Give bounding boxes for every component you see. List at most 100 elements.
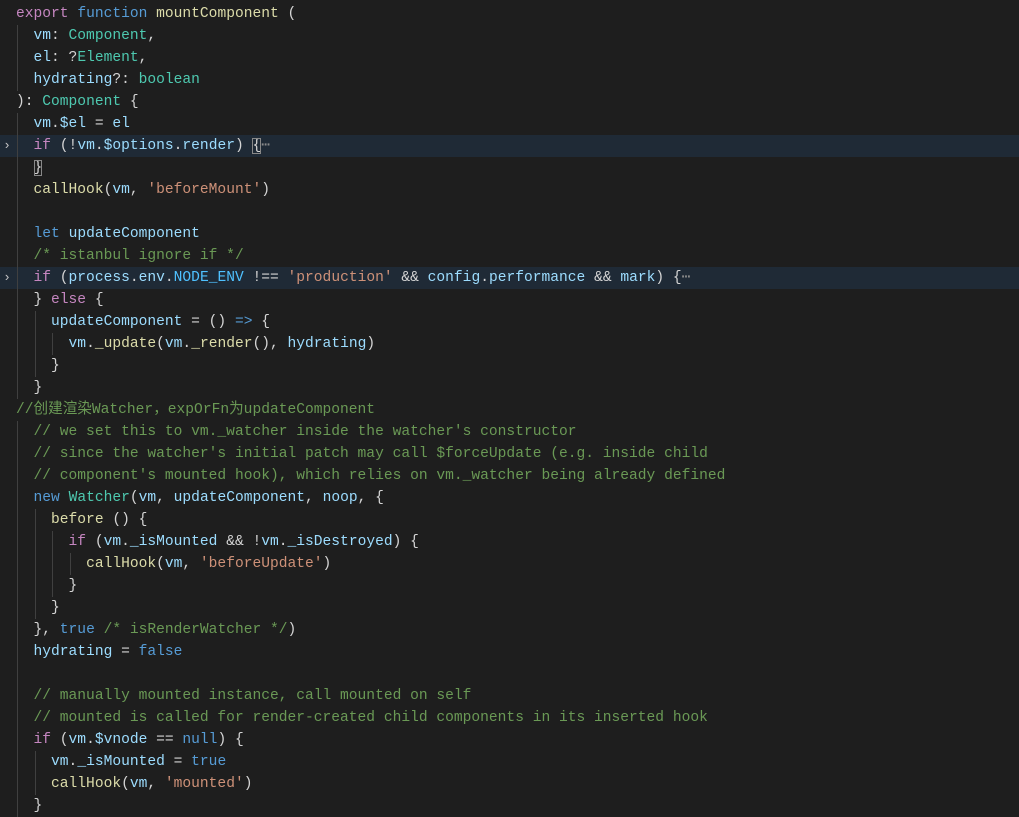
code-line[interactable]: el: ?Element, <box>0 47 1019 69</box>
code-line[interactable]: vm._isMounted = true <box>0 751 1019 773</box>
folded-ellipsis[interactable]: ⋯ <box>682 270 691 286</box>
code-line[interactable] <box>0 201 1019 223</box>
code-token: vm <box>68 732 87 748</box>
indent-guide <box>17 267 18 289</box>
code-token: if <box>33 138 52 154</box>
code-token: hydrating <box>287 336 367 352</box>
indent-guide <box>17 421 18 443</box>
code-token: , <box>138 50 148 66</box>
code-token: callHook <box>33 182 104 198</box>
code-line[interactable]: } <box>0 597 1019 619</box>
code-line[interactable]: ): Component { <box>0 91 1019 113</box>
code-line[interactable]: // we set this to vm._watcher inside the… <box>0 421 1019 443</box>
code-token: { <box>252 314 270 330</box>
code-token: false <box>138 644 183 660</box>
code-token: el <box>33 50 52 66</box>
code-line[interactable] <box>0 663 1019 685</box>
code-token: ?: <box>112 72 139 88</box>
indent-guide <box>17 685 18 707</box>
code-line[interactable]: } else { <box>0 289 1019 311</box>
code-line[interactable]: } <box>0 355 1019 377</box>
code-line[interactable]: // mounted is called for render-created … <box>0 707 1019 729</box>
code-line[interactable]: /* istanbul ignore if */ <box>0 245 1019 267</box>
code-line[interactable]: new Watcher(vm, updateComponent, noop, { <box>0 487 1019 509</box>
code-token: ( <box>156 556 165 572</box>
code-line[interactable]: }, true /* isRenderWatcher */) <box>0 619 1019 641</box>
code-line[interactable]: › if (!vm.$options.render) {⋯ <box>0 135 1019 157</box>
indent-guide <box>17 751 18 773</box>
chevron-right-icon[interactable]: › <box>1 267 13 289</box>
chevron-right-icon[interactable]: › <box>1 135 13 157</box>
code-line[interactable]: //创建渲染Watcher，expOrFn为updateComponent <box>0 399 1019 421</box>
folded-ellipsis[interactable]: ⋯ <box>261 138 270 154</box>
code-line[interactable]: let updateComponent <box>0 223 1019 245</box>
indent-guide <box>52 333 54 355</box>
code-token: function <box>77 6 148 22</box>
indent-guide <box>17 355 18 377</box>
indent-guide <box>17 509 18 531</box>
code-token: vm <box>164 556 183 572</box>
code-token: process <box>68 270 130 286</box>
code-token: config <box>427 270 481 286</box>
code-editor[interactable]: export function mountComponent ( vm: Com… <box>0 3 1019 817</box>
code-line[interactable]: } <box>0 377 1019 399</box>
code-line[interactable]: } <box>0 795 1019 817</box>
code-token: if <box>68 534 87 550</box>
indent-guide <box>17 223 18 245</box>
indent-guide <box>34 751 36 773</box>
code-line[interactable]: callHook(vm, 'beforeMount') <box>0 179 1019 201</box>
code-token: . <box>51 116 60 132</box>
indent-guide <box>17 465 18 487</box>
code-token: vm <box>129 776 148 792</box>
code-line[interactable]: export function mountComponent ( <box>0 3 1019 25</box>
code-token: . <box>86 732 95 748</box>
code-line[interactable]: vm: Component, <box>0 25 1019 47</box>
code-token: el <box>112 116 130 132</box>
indent-guide <box>17 575 18 597</box>
code-line[interactable]: updateComponent = () => { <box>0 311 1019 333</box>
indent-guide <box>17 201 18 223</box>
code-token: !== <box>243 270 288 286</box>
code-line[interactable]: // component's mounted hook), which reli… <box>0 465 1019 487</box>
code-token: vm <box>33 28 52 44</box>
code-token: , <box>182 556 200 572</box>
code-line[interactable]: before () { <box>0 509 1019 531</box>
code-line[interactable]: if (vm.$vnode == null) { <box>0 729 1019 751</box>
code-line[interactable]: } <box>0 157 1019 179</box>
code-token: else <box>51 292 87 308</box>
code-token: ) { <box>217 732 244 748</box>
code-token: . <box>164 270 174 286</box>
code-token: ( <box>51 732 69 748</box>
code-token: () { <box>103 512 148 528</box>
code-line[interactable]: hydrating = false <box>0 641 1019 663</box>
code-token: NODE_ENV <box>173 270 244 286</box>
code-line[interactable]: callHook(vm, 'mounted') <box>0 773 1019 795</box>
code-line[interactable]: vm._update(vm._render(), hydrating) <box>0 333 1019 355</box>
code-token: : ? <box>51 50 78 66</box>
code-line[interactable]: // since the watcher's initial patch may… <box>0 443 1019 465</box>
code-token: ): <box>16 94 43 110</box>
code-token: // component's mounted hook), which reli… <box>33 468 726 484</box>
code-line[interactable]: callHook(vm, 'beforeUpdate') <box>0 553 1019 575</box>
indent-guide <box>52 575 54 597</box>
code-line[interactable]: › if (process.env.NODE_ENV !== 'producti… <box>0 267 1019 289</box>
code-line[interactable]: if (vm._isMounted && !vm._isDestroyed) { <box>0 531 1019 553</box>
code-token: 'mounted' <box>164 776 244 792</box>
indent-guide <box>17 443 18 465</box>
code-line[interactable]: // manually mounted instance, call mount… <box>0 685 1019 707</box>
indent-guide <box>17 619 18 641</box>
code-line[interactable]: } <box>0 575 1019 597</box>
code-line[interactable]: vm.$el = el <box>0 113 1019 135</box>
code-line[interactable]: hydrating?: boolean <box>0 69 1019 91</box>
